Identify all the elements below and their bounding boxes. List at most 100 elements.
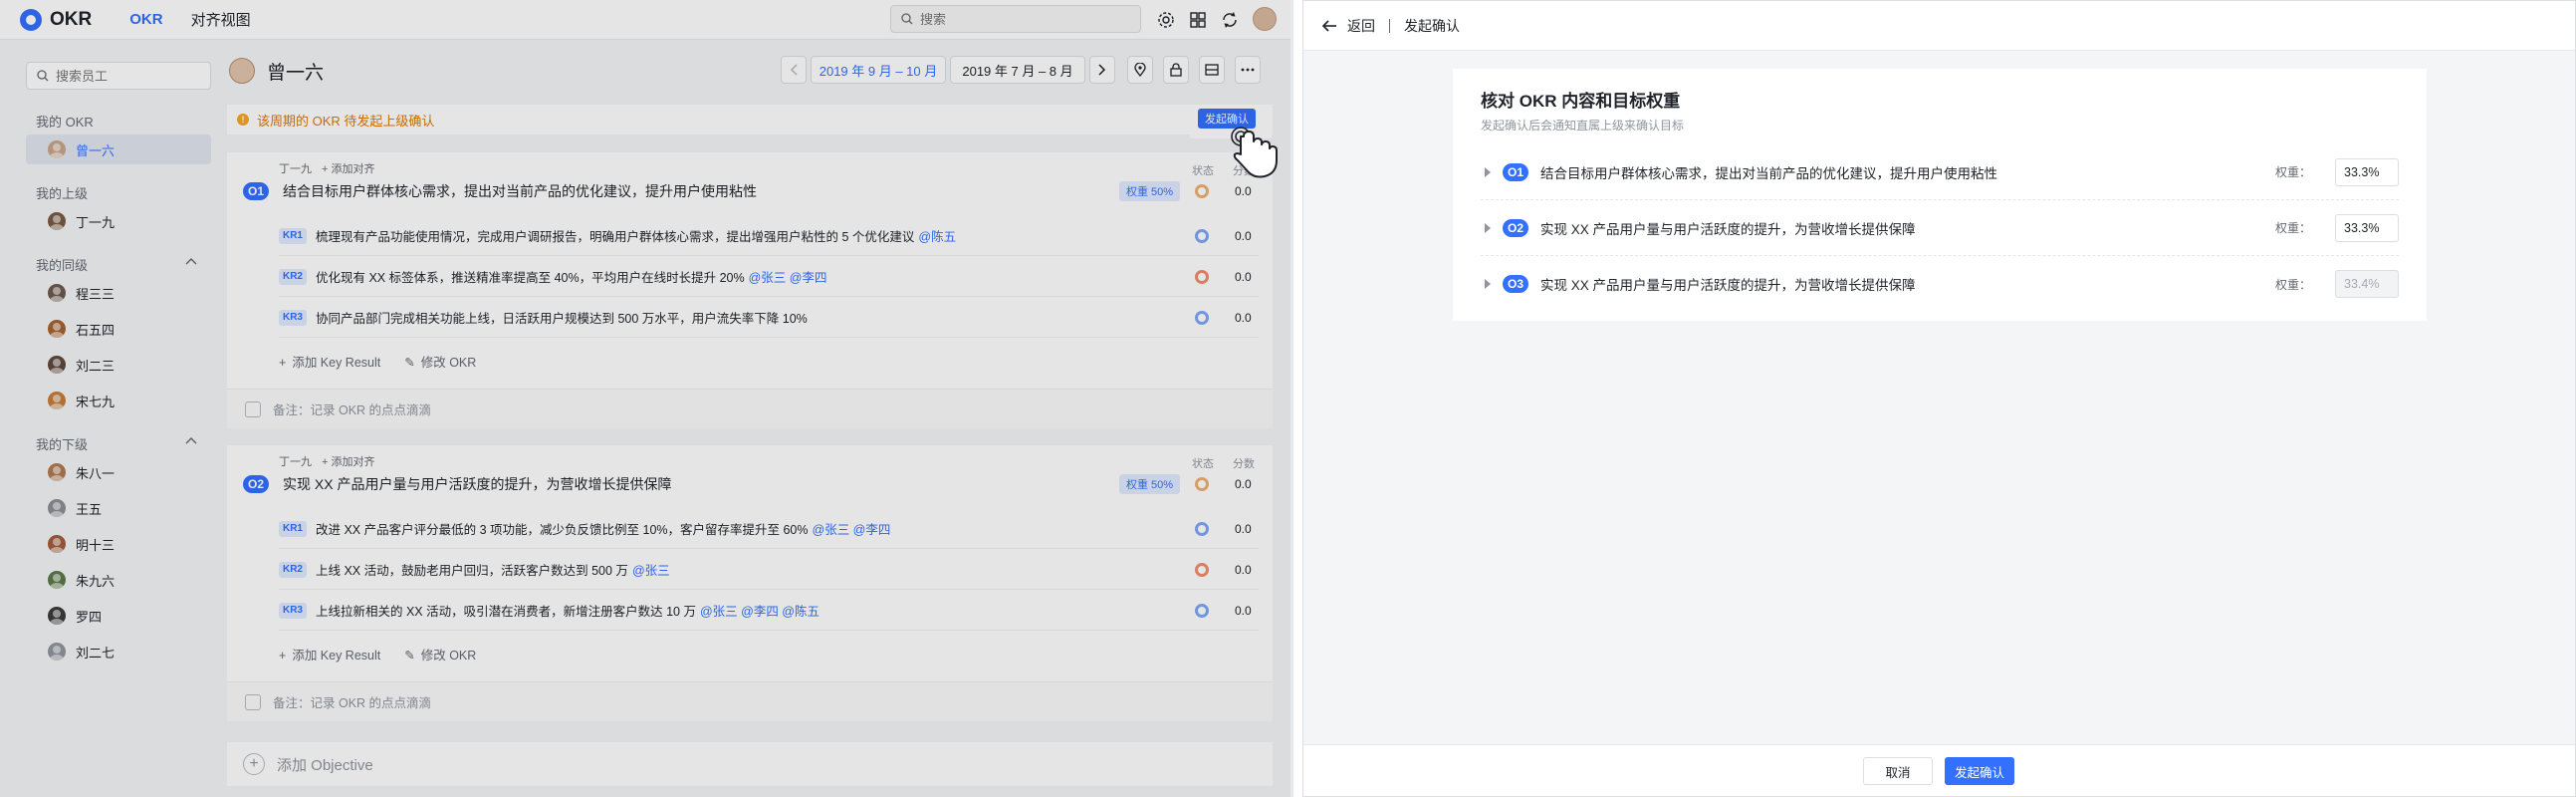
sidebar-item-liu-erqi[interactable]: 刘二七 — [26, 637, 211, 666]
avatar — [48, 284, 66, 302]
kr-row[interactable]: KR1 梳理现有产品功能使用情况，完成用户调研报告，明确用户群体核心需求，提出增… — [279, 216, 1259, 256]
score-value[interactable]: 0.0 — [1235, 184, 1252, 198]
objective-actions: + 添加 Key Result ✎ 修改 OKR — [279, 352, 476, 371]
kr-row[interactable]: KR2 上线 XX 活动，鼓励老用户回归，活跃客户数达到 500 万 @张三 0.… — [279, 550, 1259, 590]
submit-confirm-button[interactable]: 发起确认 — [1945, 757, 2014, 785]
score-value[interactable]: 0.0 — [1235, 311, 1252, 325]
sidebar-item-cheng-sansan[interactable]: 程三三 — [26, 278, 211, 308]
add-kr-button[interactable]: + 添加 Key Result — [279, 352, 380, 371]
period-current[interactable]: 2019 年 9 月 – 10 月 — [811, 56, 946, 84]
sidebar-item-label: 明十三 — [76, 537, 116, 553]
status-indicator[interactable] — [1195, 184, 1209, 198]
more-button[interactable] — [1235, 56, 1261, 84]
add-objective-button[interactable]: + 添加 Objective — [227, 742, 1273, 786]
chevron-up-icon[interactable] — [185, 257, 197, 265]
weight-row-o1[interactable]: O1 结合目标用户群体核心需求，提出对当前产品的优化建议，提升用户使用粘性 权重… — [1481, 144, 2399, 200]
sidebar-item-label: 曾一六 — [76, 142, 116, 158]
status-indicator[interactable] — [1195, 604, 1209, 618]
sidebar-item-wang-wu[interactable]: 王五 — [26, 493, 211, 523]
group-my-subordinates[interactable]: 我的下级 — [36, 434, 211, 453]
status-indicator[interactable] — [1195, 229, 1209, 243]
kr-mentions[interactable]: @陈五 — [918, 230, 956, 244]
global-search-input[interactable] — [920, 11, 1119, 27]
note-bar[interactable]: 备注：记录 OKR 的点点滴滴 — [227, 681, 1273, 721]
card-heading: 核对 OKR 内容和目标权重 — [1481, 92, 1681, 111]
kr-row[interactable]: KR1 改进 XX 产品客户评分最低的 3 项功能，减少负反馈比例至 10%，客… — [279, 509, 1259, 549]
sidebar-item-ming-shisan[interactable]: 明十三 — [26, 529, 211, 559]
avatar — [229, 58, 255, 84]
chevron-up-icon[interactable] — [185, 436, 197, 444]
sidebar-item-shi-wusi[interactable]: 石五四 — [26, 314, 211, 344]
employee-search-input[interactable] — [56, 68, 195, 84]
pin-button[interactable] — [1127, 56, 1153, 84]
objective-row[interactable]: O1 结合目标用户群体核心需求，提出对当前产品的优化建议，提升用户使用粘性 权重… — [243, 180, 1259, 202]
app-logo[interactable]: OKR — [20, 8, 92, 31]
edit-okr-button[interactable]: ✎ 修改 OKR — [404, 645, 476, 664]
caret-right-icon[interactable] — [1485, 279, 1491, 289]
arrow-left-icon[interactable] — [1321, 19, 1337, 33]
add-alignment-link[interactable]: + 添加对齐 — [322, 453, 374, 469]
status-indicator[interactable] — [1195, 477, 1209, 491]
sidebar-item-luo-si[interactable]: 罗四 — [26, 601, 211, 631]
plus-icon: + — [279, 649, 287, 663]
objective-title: 实现 XX 产品用户量与用户活跃度的提升，为营收增长提供保障 — [283, 476, 672, 492]
score-value[interactable]: 0.0 — [1235, 522, 1252, 536]
weight-input[interactable] — [2335, 157, 2399, 186]
kr-row[interactable]: KR3 上线拉新相关的 XX 活动，吸引潜在消费者，新增注册客户数达 10 万 @… — [279, 591, 1259, 631]
sidebar-item-song-qijiu[interactable]: 宋七九 — [26, 386, 211, 415]
weight-input[interactable] — [2335, 213, 2399, 242]
settings-icon[interactable] — [1155, 9, 1177, 31]
kr-mentions[interactable]: @张三 — [632, 564, 670, 578]
sync-icon[interactable] — [1219, 9, 1241, 31]
sidebar-item-zhu-bayi[interactable]: 朱八一 — [26, 457, 211, 487]
kr-text: 上线 XX 活动，鼓励老用户回归，活跃客户数达到 500 万 @张三 — [316, 560, 670, 579]
kr-mentions[interactable]: @张三 @李四 — [749, 271, 827, 285]
score-value[interactable]: 0.0 — [1235, 604, 1252, 618]
kr-row[interactable]: KR2 优化现有 XX 标签体系，推送精准率提高至 40%，平均用户在线时长提升… — [279, 257, 1259, 297]
objective-row[interactable]: O2 实现 XX 产品用户量与用户活跃度的提升，为营收增长提供保障 权重 50%… — [243, 473, 1259, 495]
add-alignment-link[interactable]: + 添加对齐 — [322, 160, 374, 176]
score-value[interactable]: 0.0 — [1235, 270, 1252, 284]
sidebar-item-ding-yijiu[interactable]: 丁一九 — [26, 206, 211, 236]
tab-alignment-view[interactable]: 对齐视图 — [191, 9, 251, 30]
sidebar-item-zhu-jiuliu[interactable]: 朱九六 — [26, 565, 211, 595]
status-indicator[interactable] — [1195, 311, 1209, 325]
kr-row[interactable]: KR3 协同产品部门完成相关功能上线，日活跃用户规模达到 500 万水平，用户流… — [279, 298, 1259, 338]
avatar — [48, 607, 66, 625]
weight-row-o3[interactable]: O3 实现 XX 产品用户量与用户活跃度的提升，为营收增长提供保障 权重： — [1481, 256, 2399, 312]
score-value[interactable]: 0.0 — [1235, 229, 1252, 243]
caret-right-icon[interactable] — [1485, 222, 1491, 233]
score-value[interactable]: 0.0 — [1235, 477, 1252, 491]
kr-mentions[interactable]: @张三 @李四 — [813, 523, 891, 537]
tab-okr[interactable]: OKR — [129, 11, 162, 28]
note-icon — [245, 693, 261, 710]
sidebar-item-liu-ersan[interactable]: 刘二三 — [26, 350, 211, 380]
period-previous[interactable]: 2019 年 7 月 – 8 月 — [950, 56, 1085, 84]
group-my-peers[interactable]: 我的同级 — [36, 255, 211, 274]
employee-search[interactable] — [26, 62, 211, 90]
global-search[interactable] — [890, 5, 1141, 33]
sidebar-item-zeng-yiliu[interactable]: 曾一六 — [26, 134, 211, 164]
weight-row-o2[interactable]: O2 实现 XX 产品用户量与用户活跃度的提升，为营收增长提供保障 权重： — [1481, 200, 2399, 256]
status-indicator[interactable] — [1195, 563, 1209, 577]
cancel-button[interactable]: 取消 — [1863, 757, 1933, 785]
status-indicator[interactable] — [1195, 270, 1209, 284]
edit-okr-button[interactable]: ✎ 修改 OKR — [404, 352, 476, 371]
grid-icon[interactable] — [1187, 9, 1209, 31]
export-button[interactable] — [1199, 56, 1225, 84]
note-bar[interactable]: 备注：记录 OKR 的点点滴滴 — [227, 389, 1273, 428]
caret-right-icon[interactable] — [1485, 166, 1491, 177]
user-avatar[interactable] — [1253, 7, 1277, 31]
next-period-button[interactable] — [1089, 56, 1115, 84]
add-kr-button[interactable]: + 添加 Key Result — [279, 645, 380, 664]
back-link[interactable]: 返回 — [1347, 16, 1375, 36]
note-text: 备注：记录 OKR 的点点滴滴 — [273, 403, 432, 417]
okr-logo-icon — [20, 8, 42, 31]
location-pin-icon — [1134, 63, 1146, 77]
kr-mentions[interactable]: @张三 @李四 @陈五 — [700, 605, 820, 619]
prev-period-button[interactable] — [781, 56, 807, 84]
owner-name: 丁一九 — [279, 163, 312, 175]
status-indicator[interactable] — [1195, 522, 1209, 536]
lock-button[interactable] — [1163, 56, 1189, 84]
score-value[interactable]: 0.0 — [1235, 563, 1252, 577]
